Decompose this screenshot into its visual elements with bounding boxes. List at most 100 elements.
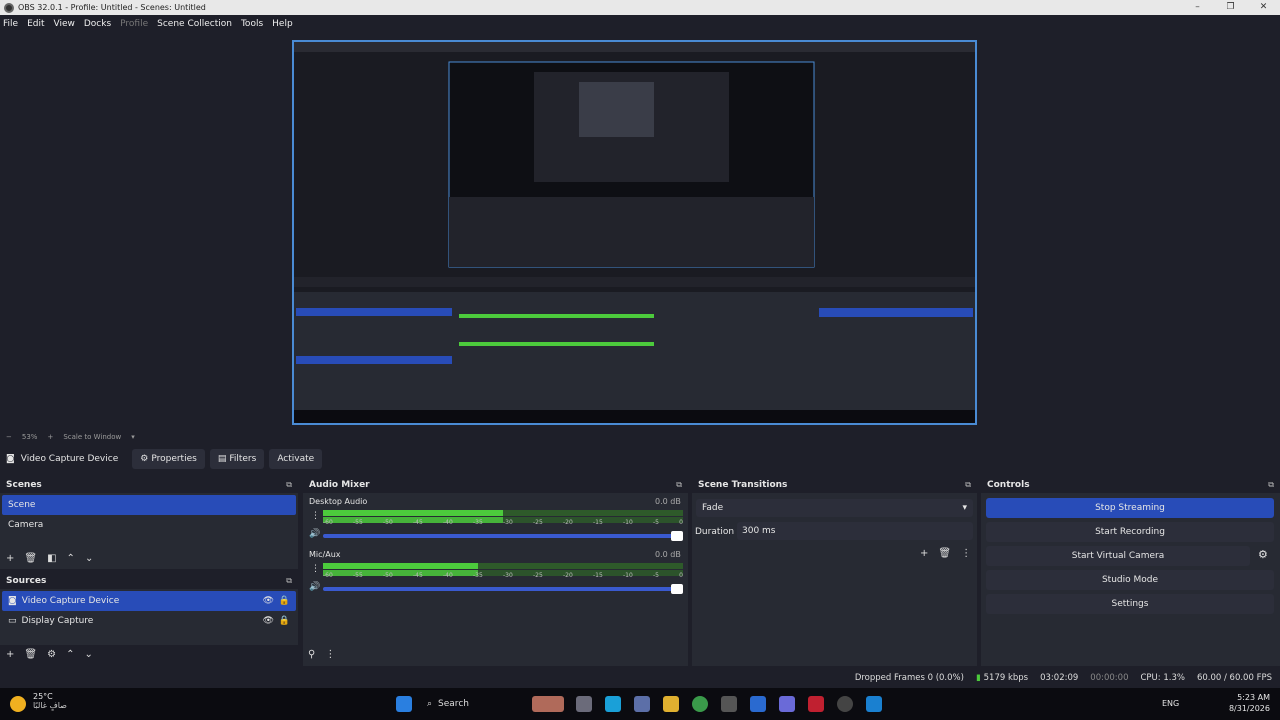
meter-tick-label: -45	[413, 572, 423, 579]
duration-field[interactable]: 300 ms	[737, 522, 973, 540]
slider-handle[interactable]	[671, 584, 683, 594]
meter-fill	[323, 563, 478, 569]
obs-icon[interactable]	[837, 696, 853, 712]
source-item-video-capture[interactable]: ◙ Video Capture Device 👁 🔒	[2, 591, 296, 611]
mic-volume-slider[interactable]	[323, 584, 683, 594]
meter-tick-label: -15	[593, 572, 603, 579]
status-bar: Dropped Frames 0 (0.0%) ▮ 5179 kbps 03:0…	[0, 668, 1280, 688]
filters-label: Filters	[229, 454, 257, 464]
volume-icon[interactable]: 🔊	[309, 529, 320, 539]
chevron-down-icon[interactable]: ⌄	[84, 649, 92, 660]
stream-time: 03:02:09	[1040, 673, 1079, 683]
chevron-down-icon[interactable]: ⌄	[85, 553, 93, 564]
source-label: Video Capture Device	[21, 596, 120, 606]
filters-button[interactable]: ▤ Filters	[209, 449, 265, 469]
kebab-icon[interactable]: ⋮	[961, 548, 971, 559]
popout-icon[interactable]: ⧉	[286, 480, 292, 490]
taskbar-search[interactable]: ⌕ Search	[421, 693, 517, 715]
gear-icon[interactable]: ⚙	[47, 649, 56, 660]
edge-icon[interactable]	[605, 696, 621, 712]
menu-docks[interactable]: Docks	[84, 19, 111, 29]
trash-icon[interactable]: 🗑	[24, 649, 37, 660]
meter-tick-label: -55	[353, 572, 363, 579]
menu-edit[interactable]: Edit	[27, 19, 44, 29]
kebab-icon[interactable]: ⋮	[311, 511, 320, 521]
add-icon[interactable]: +	[920, 548, 928, 559]
filter-icon[interactable]: ◧	[47, 553, 56, 564]
folder-icon[interactable]	[663, 696, 679, 712]
properties-label: Properties	[151, 454, 197, 464]
sources-toolbar: + 🗑 ⚙ ⌃ ⌄	[6, 646, 103, 662]
source-item-display-capture[interactable]: ▭ Display Capture 👁 🔒	[2, 611, 296, 631]
start-virtual-camera-button[interactable]: Start Virtual Camera	[986, 546, 1250, 566]
link-icon[interactable]: ⚲	[308, 649, 315, 660]
properties-button[interactable]: ⚙ Properties	[132, 449, 205, 469]
scene-item-scene[interactable]: Scene	[2, 495, 296, 515]
menu-file[interactable]: File	[3, 19, 18, 29]
zoom-out-icon[interactable]: −	[6, 433, 12, 441]
date: 8/31/2026	[1228, 704, 1270, 713]
transition-select[interactable]: Fade ▾	[696, 499, 973, 517]
close-icon[interactable]: ✕	[1247, 0, 1280, 15]
preview-canvas[interactable]	[292, 40, 977, 425]
channel-name: Desktop Audio	[309, 497, 368, 506]
store-icon[interactable]	[634, 696, 650, 712]
menu-help[interactable]: Help	[272, 19, 293, 29]
lock-icon[interactable]: 🔒	[279, 596, 290, 606]
meter-tick-label: -10	[623, 572, 633, 579]
eye-icon[interactable]: 👁	[263, 616, 274, 626]
chevron-up-icon[interactable]: ⌃	[67, 553, 75, 564]
widget-icon[interactable]	[532, 696, 564, 712]
app-icon[interactable]	[808, 696, 824, 712]
chevron-down-icon[interactable]: ▾	[131, 433, 135, 441]
popout-icon[interactable]: ⧉	[676, 480, 682, 490]
dropped-frames: Dropped Frames 0 (0.0%)	[854, 673, 964, 683]
popout-icon[interactable]: ⧉	[1268, 480, 1274, 490]
meter-tick-label: -60	[323, 519, 333, 526]
start-recording-button[interactable]: Start Recording	[986, 522, 1274, 542]
studio-mode-button[interactable]: Studio Mode	[986, 570, 1274, 590]
popout-icon[interactable]: ⧉	[286, 576, 292, 586]
add-icon[interactable]: +	[6, 553, 14, 564]
meter-tick-label: -35	[473, 572, 483, 579]
chevron-up-icon[interactable]: ⌃	[66, 649, 74, 660]
zoom-level: 53%	[21, 433, 38, 441]
menu-scene-collection[interactable]: Scene Collection	[157, 19, 232, 29]
app-icon[interactable]	[721, 696, 737, 712]
kebab-icon[interactable]: ⋮	[311, 564, 320, 574]
kebab-icon[interactable]: ⋮	[325, 649, 335, 660]
slider-handle[interactable]	[671, 531, 683, 541]
eye-icon[interactable]: 👁	[263, 596, 274, 606]
maximize-icon[interactable]: ❐	[1214, 0, 1247, 15]
gear-icon[interactable]: ⚙	[1258, 548, 1268, 561]
trash-icon[interactable]: 🗑	[938, 548, 951, 559]
menu-tools[interactable]: Tools	[241, 19, 263, 29]
scene-item-camera[interactable]: Camera	[2, 515, 296, 535]
lock-icon[interactable]: 🔒	[279, 616, 290, 626]
mixer-header: Audio Mixer ⧉	[303, 477, 688, 493]
clock[interactable]: 5:23 AM 8/31/2026	[1229, 692, 1270, 714]
app-icon[interactable]	[750, 696, 766, 712]
language-indicator[interactable]: ENG	[1162, 699, 1179, 708]
weather-widget[interactable]: 25°C صافٍ غالبًا	[10, 692, 67, 712]
add-icon[interactable]: +	[6, 649, 14, 660]
zoom-in-icon[interactable]: +	[47, 433, 53, 441]
stop-streaming-button[interactable]: Stop Streaming	[986, 498, 1274, 518]
minimize-icon[interactable]: –	[1181, 0, 1214, 15]
scale-mode-select[interactable]: Scale to Window	[63, 433, 121, 441]
settings-button[interactable]: Settings	[986, 594, 1274, 614]
app-icon[interactable]	[779, 696, 795, 712]
trash-icon[interactable]: 🗑	[24, 553, 37, 564]
task-view-icon[interactable]	[576, 696, 592, 712]
activate-button[interactable]: Activate	[269, 449, 323, 469]
desktop-volume-slider[interactable]	[323, 531, 683, 541]
source-toolbar: ◙ Video Capture Device ⚙ Properties ▤ Filt…	[0, 447, 1280, 471]
menu-profile[interactable]: Profile	[120, 19, 148, 29]
chrome-icon[interactable]	[692, 696, 708, 712]
chevron-down-icon: ▾	[962, 503, 967, 513]
volume-icon[interactable]: 🔊	[309, 582, 320, 592]
popout-icon[interactable]: ⧉	[965, 480, 971, 490]
windows-start-icon[interactable]	[396, 696, 412, 712]
menu-view[interactable]: View	[54, 19, 75, 29]
app-icon[interactable]	[866, 696, 882, 712]
